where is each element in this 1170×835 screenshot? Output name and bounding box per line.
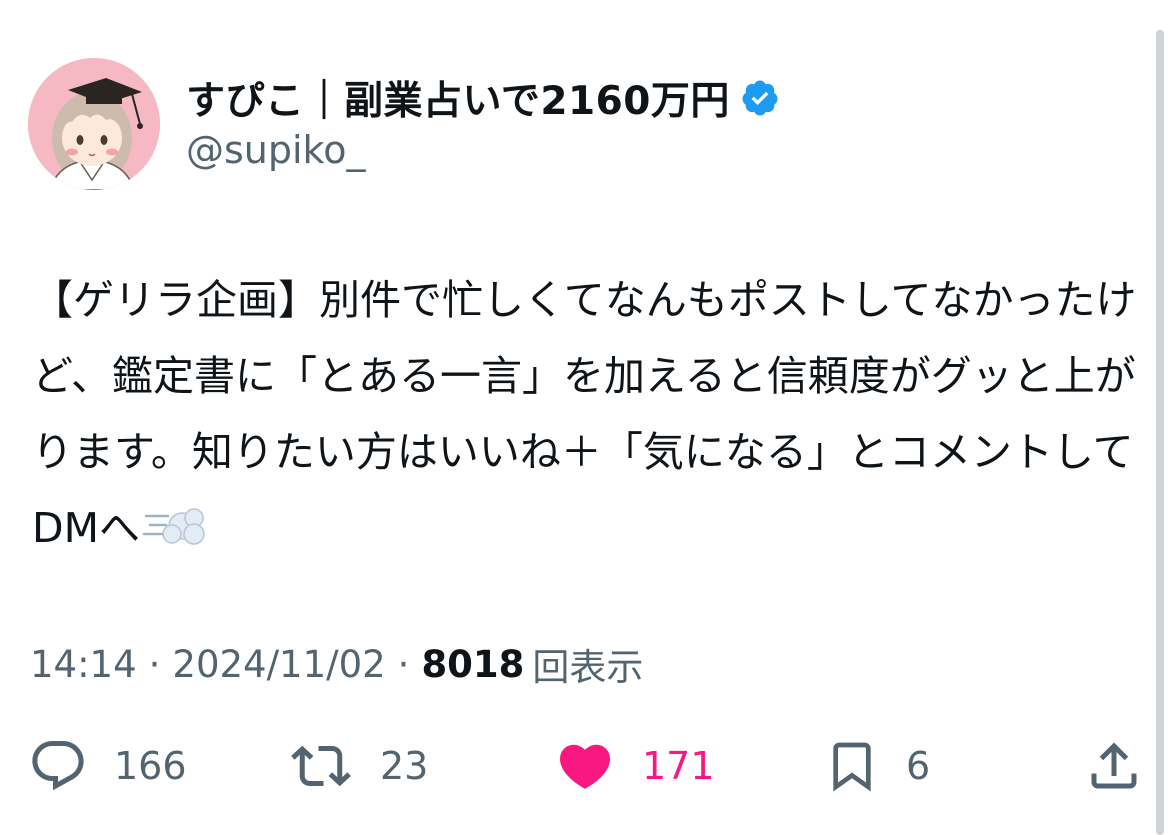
bookmark-count: 6: [906, 744, 931, 788]
like-button[interactable]: 171: [554, 734, 715, 798]
bookmark-icon: [833, 742, 871, 792]
heart-icon: [559, 744, 611, 789]
reply-button[interactable]: 166: [28, 734, 187, 798]
scrollbar[interactable]: [1156, 30, 1164, 835]
tweet-time[interactable]: 14:14: [30, 643, 137, 686]
avatar-illustration-icon: [28, 58, 160, 190]
reply-count: 166: [114, 744, 187, 788]
tweet-date[interactable]: 2024/11/02: [172, 643, 385, 686]
avatar[interactable]: [28, 58, 160, 190]
bookmark-button[interactable]: 6: [824, 734, 930, 798]
author-display-name[interactable]: すぴこ｜副業占いで2160万円: [186, 70, 730, 126]
tweet-action-bar: 166 23 171 6: [0, 734, 1170, 798]
share-button[interactable]: [1084, 734, 1144, 798]
author-name-row[interactable]: すぴこ｜副業占いで2160万円: [186, 70, 780, 126]
share-upload-icon: [1091, 742, 1137, 789]
tweet-text-block: 【ゲリラ企画】別件で忙しくてなんもポストしてなかったけど、鑑定書に「とある一言」…: [32, 262, 1142, 566]
verified-badge-icon: [742, 80, 778, 116]
dash-symbol-icon: [142, 508, 205, 545]
views-label[interactable]: 回表示: [532, 637, 643, 691]
repost-button[interactable]: 23: [288, 734, 428, 798]
repost-arrows-icon: [291, 745, 351, 787]
meta-separator: ·: [148, 642, 161, 686]
like-count: 171: [642, 744, 715, 788]
author-handle[interactable]: @supiko_: [186, 128, 365, 172]
views-count[interactable]: 8018: [421, 643, 524, 686]
repost-count: 23: [380, 744, 429, 788]
reply-bubble-icon: [32, 741, 84, 791]
meta-separator: ·: [397, 642, 410, 686]
tweet-meta: 14:14 · 2024/11/02 · 8018 回表示: [30, 636, 643, 692]
